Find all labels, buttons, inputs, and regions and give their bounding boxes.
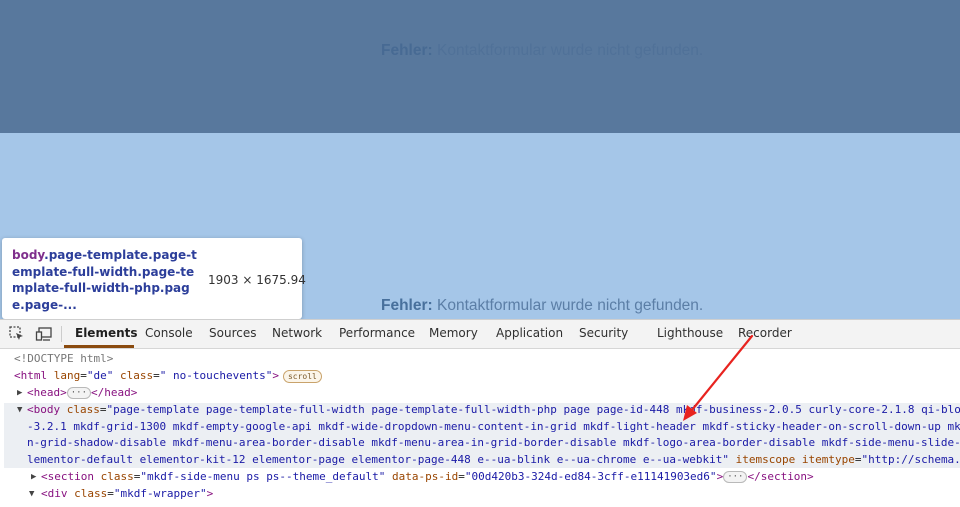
annotation-arrow-icon <box>683 334 754 421</box>
